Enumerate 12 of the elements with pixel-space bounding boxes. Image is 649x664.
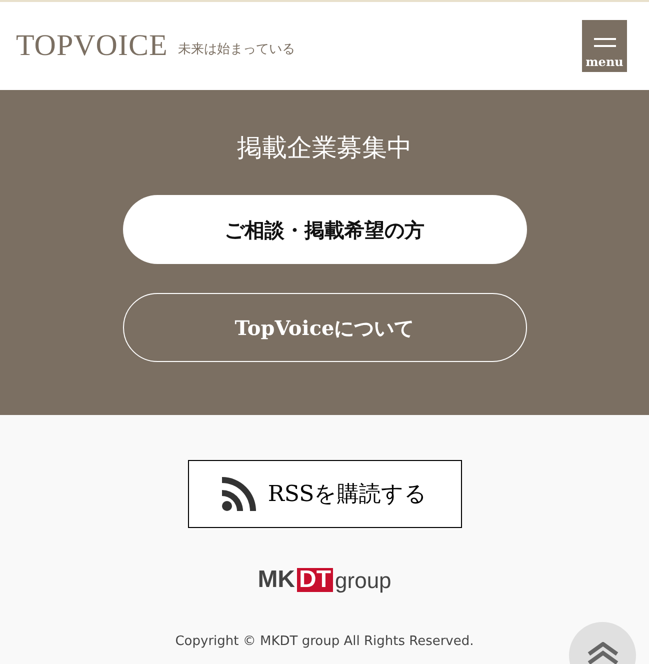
rss-icon: [222, 477, 256, 511]
menu-icon: [594, 38, 616, 48]
group-logo: MK DT group: [258, 568, 392, 592]
site-logo[interactable]: TOPVOICE: [16, 31, 168, 61]
tagline: 未来は始まっている: [178, 40, 295, 58]
contact-button[interactable]: ご相談・掲載希望の方: [122, 195, 526, 264]
menu-button[interactable]: menu: [582, 20, 627, 72]
rss-button[interactable]: RSSを購読する: [188, 460, 462, 528]
copyright: Copyright © MKDT group All Rights Reserved.: [175, 633, 474, 651]
recruit-title: 掲載企業募集中: [237, 135, 412, 160]
about-button[interactable]: TopVoiceについて: [122, 293, 526, 362]
chevron-up-icon: [586, 642, 618, 664]
